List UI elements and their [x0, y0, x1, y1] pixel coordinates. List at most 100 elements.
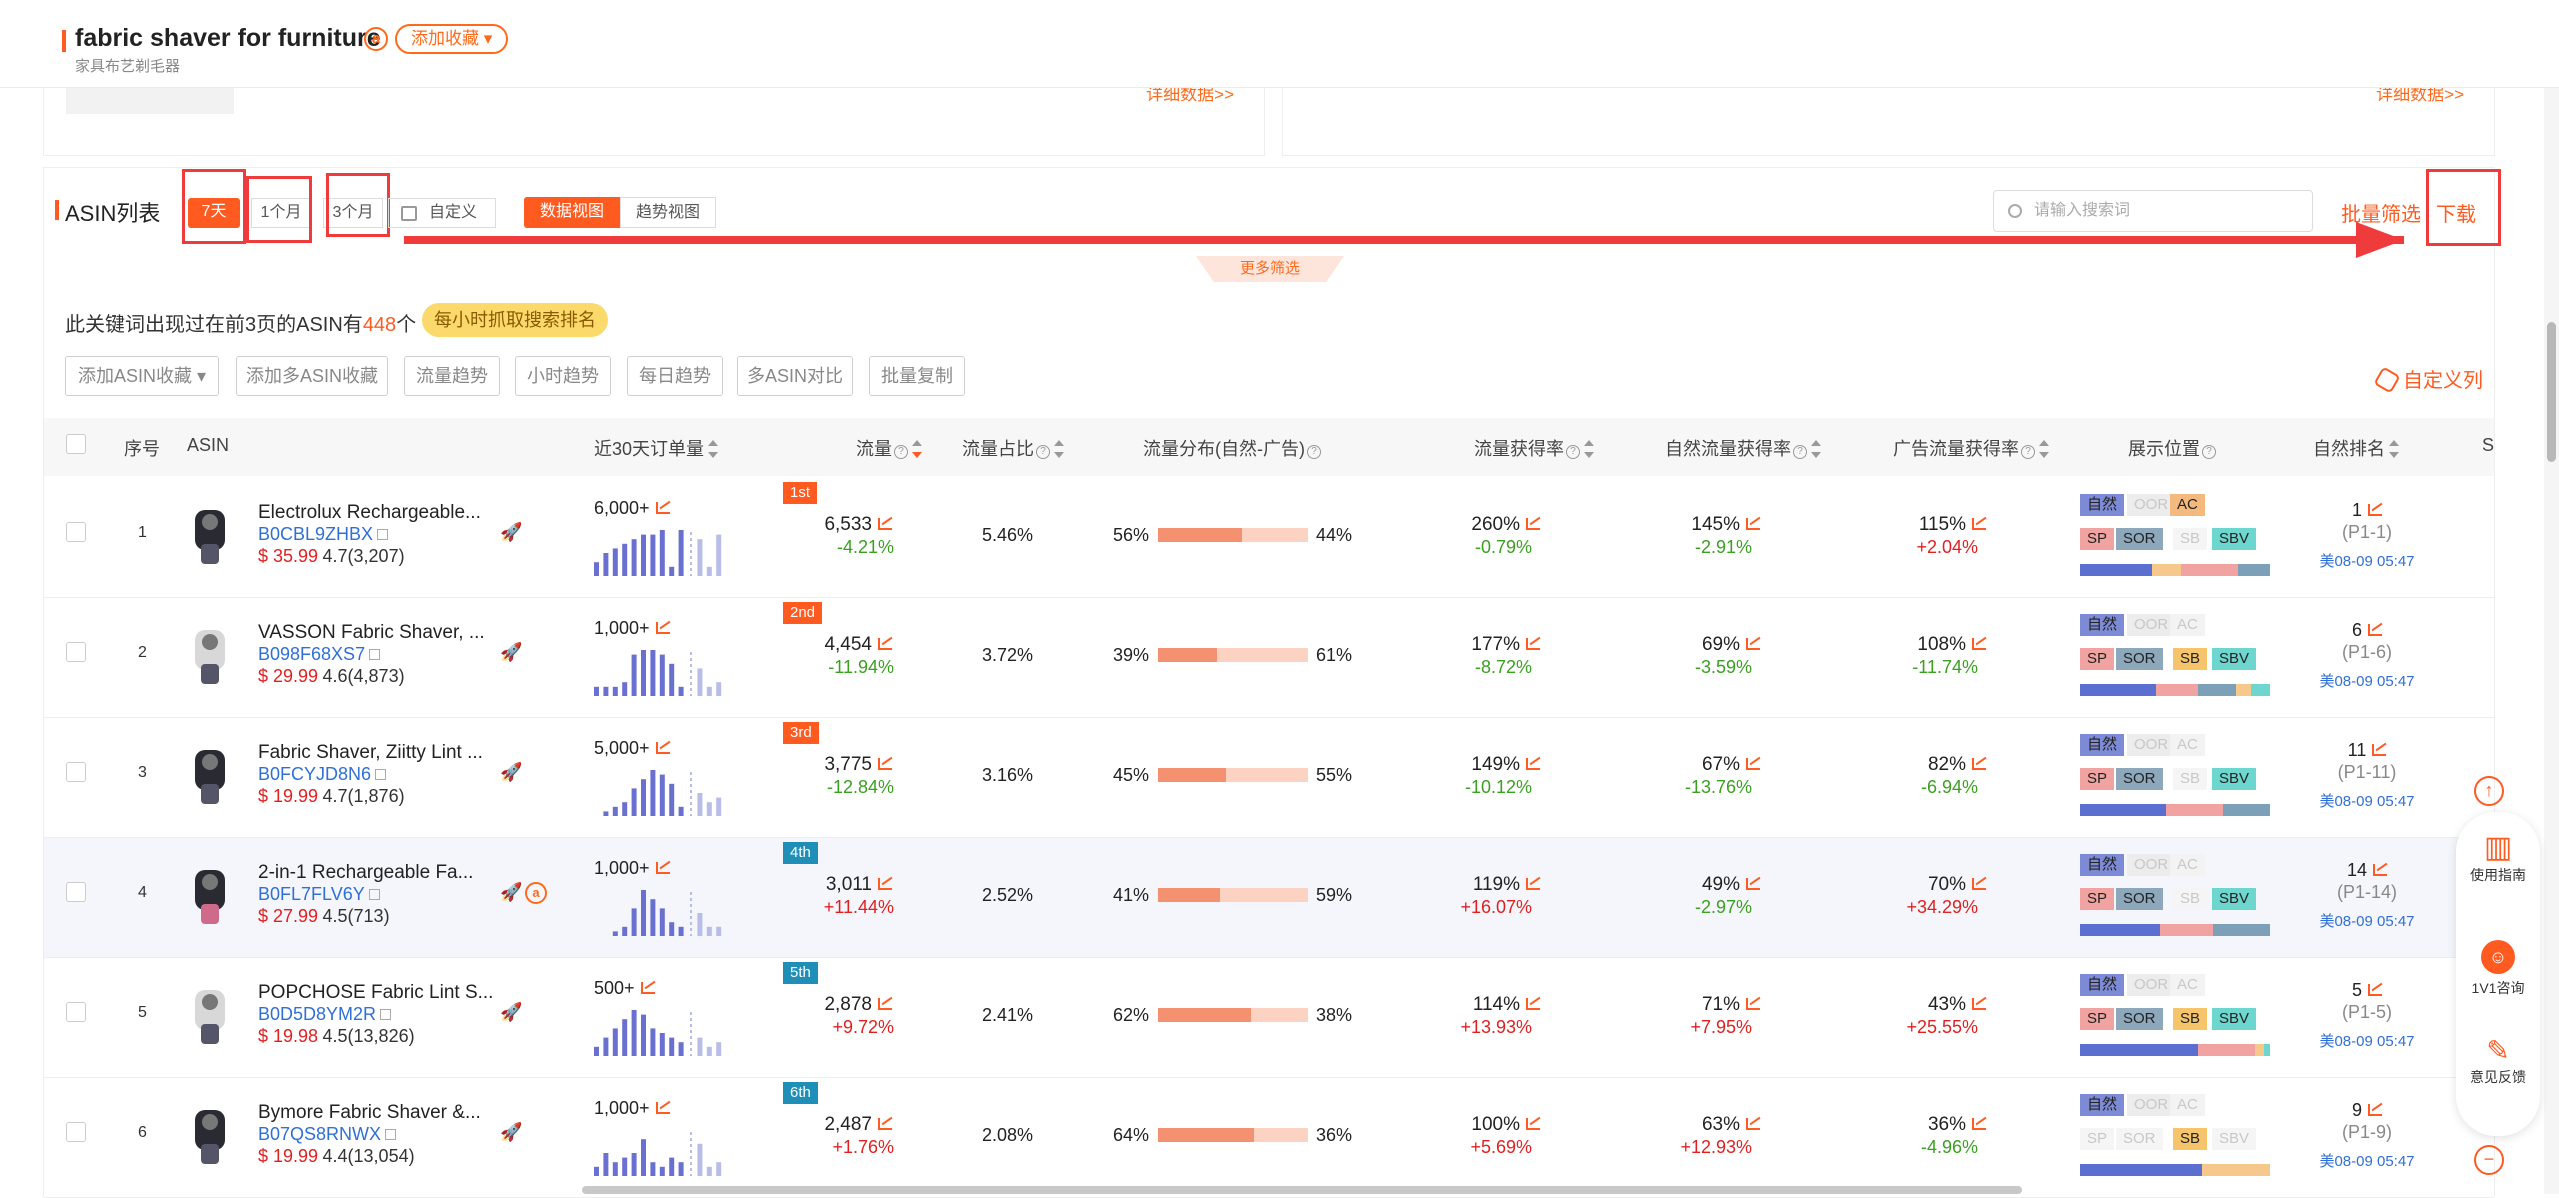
product-title[interactable]: Bymore Fabric Shaver &... [258, 1102, 481, 1124]
row-checkbox[interactable] [66, 1122, 86, 1142]
sort-desc-icon[interactable] [912, 440, 922, 458]
trend-icon[interactable] [2368, 504, 2382, 516]
more-filters-tab[interactable]: 更多筛选 [1196, 256, 1344, 282]
product-title[interactable]: 2-in-1 Rechargeable Fa... [258, 862, 473, 884]
trend-icon[interactable] [1972, 998, 1986, 1010]
trend-icon[interactable] [878, 758, 892, 770]
product-thumbnail[interactable] [183, 744, 237, 808]
traffic-trend-button[interactable]: 流量趋势 [404, 356, 500, 396]
trend-view-tab[interactable]: 趋势视图 [620, 197, 716, 228]
select-all-checkbox[interactable] [66, 434, 86, 454]
trend-icon[interactable] [655, 622, 670, 634]
product-title[interactable]: Electrolux Rechargeable... [258, 502, 481, 524]
custom-range-button[interactable]: 自定义 [388, 198, 496, 228]
trend-icon[interactable] [1746, 638, 1760, 650]
row-checkbox[interactable] [66, 882, 86, 902]
trend-icon[interactable] [1746, 1118, 1760, 1130]
asin-link[interactable]: B0D5D8YM2R [258, 1004, 392, 1025]
feedback-item[interactable]: ✎ 意见反馈 [2456, 1034, 2540, 1087]
trend-icon[interactable] [878, 998, 892, 1010]
asin-link[interactable]: B0FCYJD8N6 [258, 764, 387, 785]
data-view-tab[interactable]: 数据视图 [524, 197, 620, 228]
trend-icon[interactable] [1526, 518, 1540, 530]
trend-icon[interactable] [655, 502, 670, 514]
trend-icon[interactable] [1526, 998, 1540, 1010]
trend-icon[interactable] [2373, 864, 2388, 876]
trend-icon[interactable] [2368, 1104, 2382, 1116]
trend-icon[interactable] [878, 638, 892, 650]
multi-asin-compare-button[interactable]: 多ASIN对比 [737, 356, 853, 396]
sort-icon[interactable] [1584, 440, 1594, 458]
trend-icon[interactable] [1972, 638, 1986, 650]
row-checkbox[interactable] [66, 1002, 86, 1022]
col-traffic[interactable]: 流量? [856, 435, 922, 461]
trend-icon[interactable] [1972, 758, 1986, 770]
add-favorite-button[interactable]: 添加收藏 ▾ [395, 24, 509, 54]
sort-icon[interactable] [2389, 440, 2399, 458]
guide-item[interactable]: ▥ 使用指南 [2456, 830, 2540, 885]
product-thumbnail[interactable] [183, 1104, 237, 1168]
sort-icon[interactable] [2039, 440, 2049, 458]
scroll-up-icon[interactable]: ↑ [2474, 776, 2504, 806]
trend-icon[interactable] [1526, 878, 1540, 890]
copy-icon[interactable] [385, 1129, 397, 1140]
sort-icon[interactable] [1054, 440, 1064, 458]
consult-item[interactable]: ☺ 1V1咨询 [2456, 940, 2540, 998]
trend-icon[interactable] [1972, 1118, 1986, 1130]
sort-icon[interactable] [1811, 440, 1821, 458]
trend-icon[interactable] [655, 1102, 670, 1114]
scroll-thumb[interactable] [2547, 322, 2556, 462]
trend-icon[interactable] [1746, 758, 1760, 770]
add-asin-fav-button[interactable]: 添加ASIN收藏 ▾ [65, 356, 219, 396]
trend-icon[interactable] [1526, 1118, 1540, 1130]
row-checkbox[interactable] [66, 762, 86, 782]
asin-link[interactable]: B0CBL9ZHBX [258, 524, 389, 545]
col-natural-rank[interactable]: 自然排名 [2313, 435, 2399, 461]
trend-icon[interactable] [1972, 518, 1986, 530]
trend-icon[interactable] [2368, 624, 2382, 636]
copy-icon[interactable] [375, 769, 387, 780]
trend-icon[interactable] [1746, 998, 1760, 1010]
collapse-icon[interactable]: − [2474, 1145, 2504, 1175]
add-multi-asin-fav-button[interactable]: 添加多ASIN收藏 [236, 356, 388, 396]
bulk-copy-button[interactable]: 批量复制 [869, 356, 965, 396]
col-ad-rate[interactable]: 广告流量获得率? [1893, 435, 2049, 461]
product-thumbnail[interactable] [183, 864, 237, 928]
trend-icon[interactable] [878, 1118, 892, 1130]
asin-link[interactable]: B0FL7FLV6Y [258, 884, 380, 905]
copy-icon[interactable] [380, 1009, 392, 1020]
trend-icon[interactable] [1746, 878, 1760, 890]
col-rate[interactable]: 流量获得率? [1474, 435, 1594, 461]
trend-icon[interactable] [878, 518, 892, 530]
product-thumbnail[interactable] [183, 624, 237, 688]
sort-icon[interactable] [708, 440, 719, 458]
copy-icon[interactable] [368, 889, 380, 900]
trend-icon[interactable] [640, 982, 655, 994]
product-title[interactable]: Fabric Shaver, Ziitty Lint ... [258, 742, 483, 764]
product-title[interactable]: POPCHOSE Fabric Lint S... [258, 982, 493, 1004]
trend-icon[interactable] [2368, 984, 2382, 996]
trend-icon[interactable] [2372, 744, 2387, 756]
col-orders[interactable]: 近30天订单量 [594, 435, 719, 461]
horizontal-scrollbar[interactable] [582, 1186, 2022, 1194]
trend-icon[interactable] [655, 862, 670, 874]
copy-icon[interactable] [377, 529, 389, 540]
trend-icon[interactable] [878, 878, 892, 890]
hourly-rank-badge[interactable]: 每小时抓取搜索排名 [422, 303, 608, 337]
product-title[interactable]: VASSON Fabric Shaver, ... [258, 622, 485, 644]
col-natural-rate[interactable]: 自然流量获得率? [1665, 435, 1821, 461]
trend-icon[interactable] [655, 742, 670, 754]
trend-icon[interactable] [1526, 638, 1540, 650]
trend-icon[interactable] [1972, 878, 1986, 890]
daily-trend-button[interactable]: 每日趋势 [627, 356, 723, 396]
asin-link[interactable]: B098F68XS7 [258, 644, 381, 665]
trend-icon[interactable] [1746, 518, 1760, 530]
copy-icon[interactable] [369, 649, 381, 660]
hourly-trend-button[interactable]: 小时趋势 [515, 356, 611, 396]
product-thumbnail[interactable] [183, 984, 237, 1048]
asin-link[interactable]: B07QS8RNWX [258, 1124, 397, 1145]
custom-columns-button[interactable]: 自定义列 [2373, 364, 2483, 394]
trend-icon[interactable] [1526, 758, 1540, 770]
search-input[interactable]: 请输入搜索词 [1993, 190, 2313, 232]
row-checkbox[interactable] [66, 642, 86, 662]
